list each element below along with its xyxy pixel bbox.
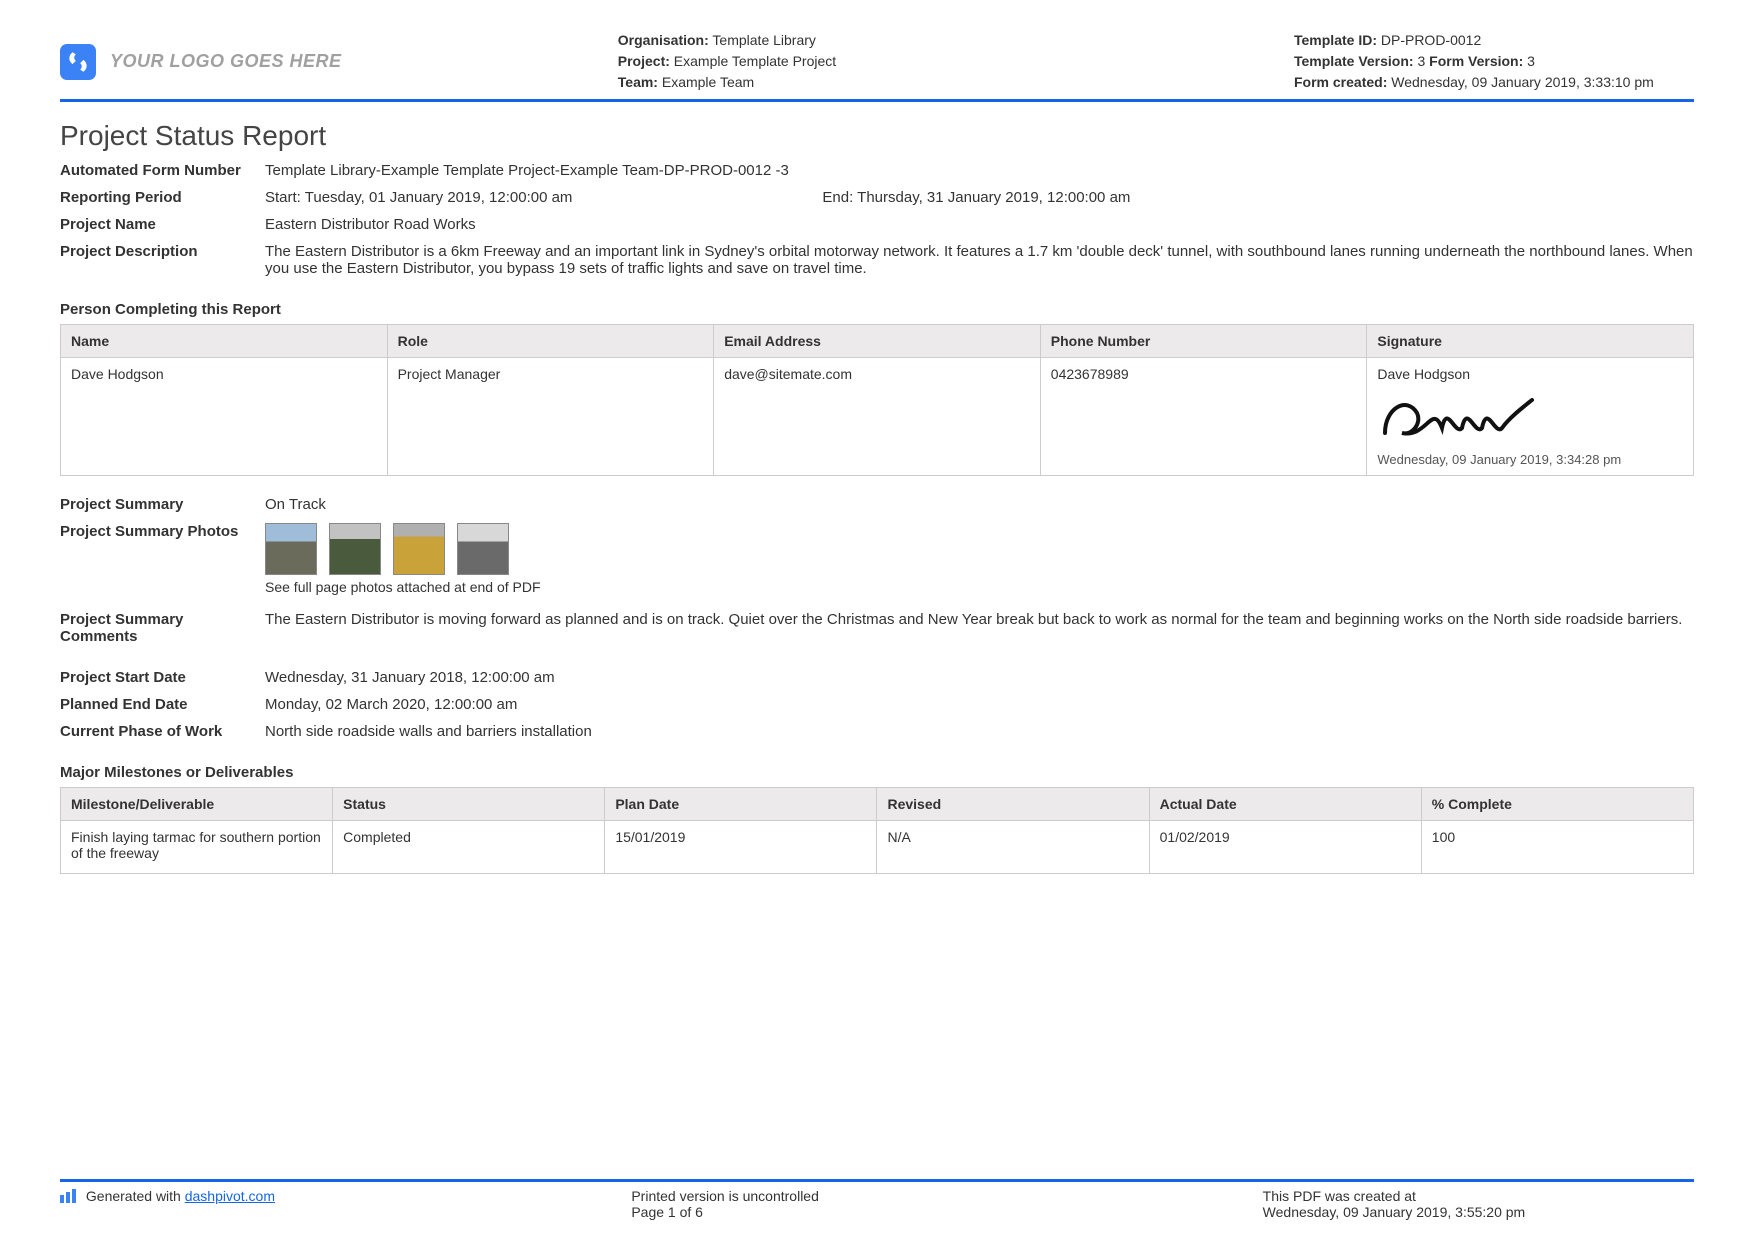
reporting-period-start: Start: Tuesday, 01 January 2019, 12:00:0… — [265, 189, 572, 206]
document-header: YOUR LOGO GOES HERE Organisation: Templa… — [60, 30, 1694, 102]
table-header-row: Name Role Email Address Phone Number Sig… — [61, 325, 1694, 358]
logo-block: YOUR LOGO GOES HERE — [60, 30, 342, 93]
milestones-table: Milestone/Deliverable Status Plan Date R… — [60, 787, 1694, 874]
field-project-start-date: Project Start Date Wednesday, 31 January… — [60, 669, 1694, 686]
bars-icon — [60, 1189, 76, 1206]
photo-caption: See full page photos attached at end of … — [265, 579, 1694, 595]
photo-thumbnails — [265, 523, 1694, 575]
photo-thumbnail[interactable] — [329, 523, 381, 575]
photo-thumbnail[interactable] — [393, 523, 445, 575]
field-project-summary: Project Summary On Track — [60, 496, 1694, 513]
person-table: Name Role Email Address Phone Number Sig… — [60, 324, 1694, 476]
field-project-summary-comments: Project Summary Comments The Eastern Dis… — [60, 611, 1694, 645]
field-project-description: Project Description The Eastern Distribu… — [60, 243, 1694, 277]
field-project-summary-photos: Project Summary Photos See full page pho… — [60, 523, 1694, 595]
footer-right: This PDF was created at Wednesday, 09 Ja… — [1063, 1188, 1694, 1220]
logo-placeholder-text: YOUR LOGO GOES HERE — [110, 51, 342, 72]
photo-thumbnail[interactable] — [457, 523, 509, 575]
footer-left: Generated with dashpivot.com — [60, 1188, 491, 1220]
signature-icon — [1377, 388, 1537, 443]
table-row: Dave Hodgson Project Manager dave@sitema… — [61, 358, 1694, 476]
dashpivot-link[interactable]: dashpivot.com — [185, 1188, 275, 1204]
document-page: YOUR LOGO GOES HERE Organisation: Templa… — [0, 0, 1754, 1240]
section-milestones: Major Milestones or Deliverables — [60, 764, 1694, 781]
field-current-phase: Current Phase of Work North side roadsid… — [60, 723, 1694, 740]
field-automated-form-number: Automated Form Number Template Library-E… — [60, 162, 1694, 179]
page-title: Project Status Report — [60, 120, 1694, 152]
signature-cell: Dave Hodgson Wednesday, 09 January 2019,… — [1367, 358, 1694, 476]
field-planned-end-date: Planned End Date Monday, 02 March 2020, … — [60, 696, 1694, 713]
header-meta-left: Organisation: Template Library Project: … — [618, 30, 1018, 93]
header-meta-right: Template ID: DP-PROD-0012 Template Versi… — [1294, 30, 1694, 93]
reporting-period-end: End: Thursday, 31 January 2019, 12:00:00… — [822, 189, 1130, 206]
photo-thumbnail[interactable] — [265, 523, 317, 575]
section-person-completing: Person Completing this Report — [60, 301, 1694, 318]
table-row: Finish laying tarmac for southern portio… — [61, 821, 1694, 874]
logo-icon — [60, 44, 96, 80]
table-header-row: Milestone/Deliverable Status Plan Date R… — [61, 788, 1694, 821]
field-project-name: Project Name Eastern Distributor Road Wo… — [60, 216, 1694, 233]
footer-center: Printed version is uncontrolled Page 1 o… — [491, 1188, 1062, 1220]
field-reporting-period: Reporting Period Start: Tuesday, 01 Janu… — [60, 189, 1694, 206]
document-footer: Generated with dashpivot.com Printed ver… — [60, 1179, 1694, 1220]
